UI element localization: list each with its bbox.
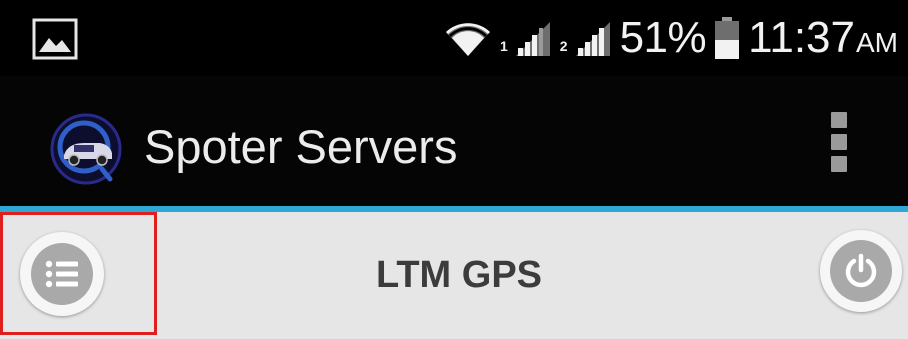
highlight-box	[0, 212, 157, 335]
sim1-label: 1	[499, 38, 508, 54]
wifi-icon	[445, 23, 490, 56]
power-button[interactable]	[820, 230, 902, 312]
battery-percent: 51%	[619, 13, 707, 62]
signal-sim1-icon	[515, 22, 550, 56]
clock-ampm: AM	[856, 27, 898, 58]
overflow-dot	[831, 112, 847, 128]
app-title: Spoter Servers	[144, 120, 458, 173]
overflow-dot	[831, 134, 847, 150]
power-icon	[845, 253, 877, 288]
gallery-notification-icon	[32, 18, 78, 60]
status-bar: 1 2 51% 11:37AM	[0, 0, 908, 76]
status-icons: 1 2 51% 11:37AM	[444, 0, 898, 76]
app-logo-icon[interactable]	[44, 111, 128, 187]
overflow-menu-icon[interactable]	[826, 112, 852, 180]
overflow-dot	[831, 156, 847, 172]
power-button-face	[830, 240, 892, 302]
clock: 11:37AM	[748, 16, 898, 60]
sim2-label: 2	[559, 38, 568, 54]
clock-time: 11:37	[748, 13, 855, 62]
signal-sim2-icon	[575, 22, 610, 56]
battery-icon	[715, 17, 740, 59]
